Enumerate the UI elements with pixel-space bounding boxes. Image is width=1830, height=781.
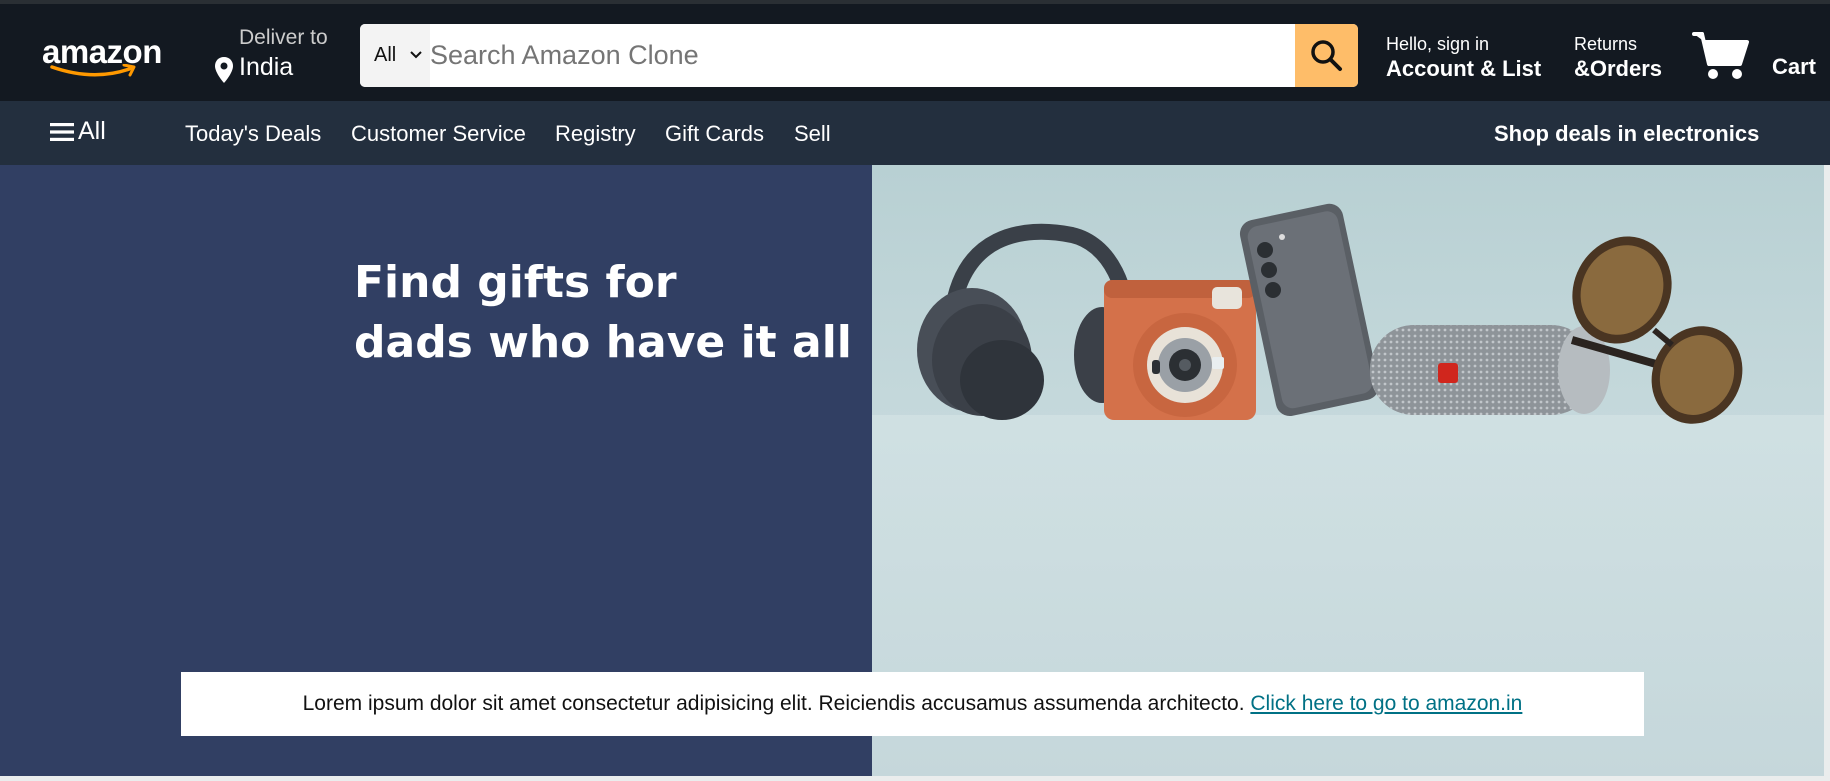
deliver-country: India [239, 53, 294, 81]
nav-link-customer-service[interactable]: Customer Service [351, 121, 526, 147]
info-banner-text: Lorem ipsum dolor sit amet consectetur a… [302, 692, 1245, 715]
secondary-navbar: All Today's Deals Customer Service Regis… [0, 101, 1830, 165]
search-icon [1311, 40, 1342, 71]
nav-link-gift-cards[interactable]: Gift Cards [665, 121, 764, 147]
hero-headline-line-1: Find gifts for [354, 257, 677, 308]
promo-link-electronics[interactable]: Shop deals in electronics [1494, 121, 1759, 147]
search-category-label: All [374, 44, 397, 66]
hamburger-menu-icon [50, 123, 74, 141]
amazon-in-link[interactable]: Click here to go to amazon.in [1250, 692, 1522, 715]
nav-link-registry[interactable]: Registry [555, 121, 636, 147]
hero-right-edge [1824, 165, 1830, 776]
info-banner: Lorem ipsum dolor sit amet consectetur a… [181, 672, 1644, 736]
hero-headline: Find gifts for dads who have it all [354, 253, 852, 373]
search-bar: All [360, 24, 1358, 87]
cart-button[interactable]: Cart [1692, 30, 1822, 84]
search-category-dropdown[interactable]: All [360, 24, 430, 87]
hero-headline-line-2: dads who have it all [354, 317, 852, 368]
orders-label: &Orders [1574, 56, 1663, 81]
chevron-down-icon [410, 51, 422, 59]
amazon-logo[interactable]: amazon [42, 34, 168, 82]
logo-smile-icon [50, 64, 136, 77]
instant-camera-image [1104, 280, 1256, 420]
hero-carousel: Find gifts for dads who have it all Lore… [0, 165, 1830, 776]
headphones-image [917, 223, 1137, 420]
nav-link-todays-deals[interactable]: Today's Deals [185, 121, 321, 147]
top-navbar: amazon Deliver to India All Hello [0, 0, 1830, 101]
smartphone-image [1239, 203, 1380, 417]
all-menu-label: All [78, 117, 106, 145]
returns-label: Returns [1574, 34, 1638, 54]
nav-link-sell[interactable]: Sell [794, 121, 831, 147]
cart-label: Cart [1772, 54, 1817, 79]
location-pin-icon [215, 57, 233, 83]
deliver-to-label: Deliver to [239, 26, 328, 49]
account-greeting: Hello, sign in [1386, 34, 1490, 54]
account-label: Account & List [1386, 56, 1542, 81]
cart-icon [1692, 32, 1749, 79]
search-button[interactable] [1295, 24, 1358, 87]
search-input[interactable] [430, 24, 1256, 87]
